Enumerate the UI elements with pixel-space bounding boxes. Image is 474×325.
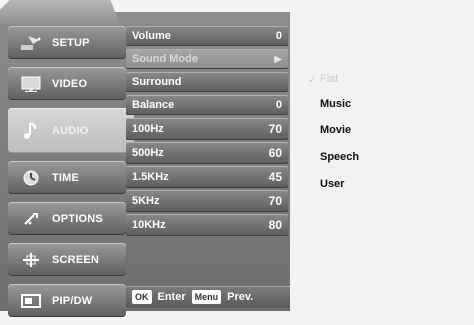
menu-row-label: Surround xyxy=(132,76,182,88)
equalizer-band-value: 45 xyxy=(268,170,282,184)
screen-adjust-icon xyxy=(18,250,44,270)
menu-row-volume[interactable]: Volume 0 xyxy=(126,26,288,46)
equalizer-row-5khz[interactable]: 5KHz 70 xyxy=(126,190,288,212)
equalizer-band-label: 100Hz xyxy=(132,123,164,135)
sound-mode-option-user[interactable]: User xyxy=(320,178,344,190)
nav-item-setup[interactable]: SETUP xyxy=(8,26,126,59)
equalizer-band-value: 70 xyxy=(268,194,282,208)
nav-item-audio[interactable]: AUDIO xyxy=(8,108,134,153)
clock-icon xyxy=(18,168,44,188)
menu-row-balance[interactable]: Balance 0 xyxy=(126,95,288,115)
sound-mode-option-speech[interactable]: Speech xyxy=(320,151,359,163)
music-note-icon xyxy=(18,121,44,141)
satellite-dish-icon xyxy=(18,33,44,53)
ok-key: OK xyxy=(132,290,152,304)
equalizer-band-label: 5KHz xyxy=(132,195,160,207)
menu-row-surround[interactable]: Surround xyxy=(126,72,288,92)
enter-label: Enter xyxy=(157,291,186,303)
nav-item-video[interactable]: VIDEO xyxy=(8,67,126,100)
chevron-right-icon: ▶ xyxy=(274,53,282,65)
equalizer-band-value: 80 xyxy=(268,218,282,232)
equalizer-row-10khz[interactable]: 10KHz 80 xyxy=(126,214,288,236)
menu-tab-cap xyxy=(0,0,120,24)
equalizer-band-label: 500Hz xyxy=(132,147,164,159)
tools-icon xyxy=(18,209,44,229)
menu-key: Menu xyxy=(191,290,222,304)
nav-label-screen: SCREEN xyxy=(52,253,100,266)
nav-item-time[interactable]: TIME xyxy=(8,161,126,194)
equalizer-row-500hz[interactable]: 500Hz 60 xyxy=(126,142,288,164)
pip-icon xyxy=(18,291,44,311)
nav-label-audio: AUDIO xyxy=(52,124,89,137)
nav-label-video: VIDEO xyxy=(52,77,88,90)
nav-label-pip-dw: PIP/DW xyxy=(52,294,93,307)
equalizer-band-value: 70 xyxy=(268,122,282,136)
prev-label: Prev. xyxy=(227,291,254,303)
nav-item-pip-dw[interactable]: PIP/DW xyxy=(8,284,126,317)
sound-mode-option-movie[interactable]: Movie xyxy=(320,124,351,136)
checkmark-icon: ✓ xyxy=(308,75,317,86)
nav-label-time: TIME xyxy=(52,171,80,184)
sound-mode-option-flat[interactable]: Flat xyxy=(320,73,338,85)
equalizer-row-1-5khz[interactable]: 1.5KHz 45 xyxy=(126,166,288,188)
equalizer-band-label: 10KHz xyxy=(132,219,166,231)
nav-item-options[interactable]: OPTIONS xyxy=(8,202,126,235)
equalizer-band-value: 60 xyxy=(268,146,282,160)
sound-mode-option-music[interactable]: Music xyxy=(320,98,351,110)
help-bar: OK Enter Menu Prev. xyxy=(126,286,292,308)
nav-label-setup: SETUP xyxy=(52,36,90,49)
equalizer-band-label: 1.5KHz xyxy=(132,171,169,183)
equalizer-row-100hz[interactable]: 100Hz 70 xyxy=(126,118,288,140)
nav-item-screen[interactable]: SCREEN xyxy=(8,243,126,276)
display-icon xyxy=(18,74,44,94)
tv-osd: SETUP VIDEO AUDIO TIME OPTIONS SCREEN PI… xyxy=(0,0,474,317)
menu-row-label: Sound Mode xyxy=(132,53,198,65)
audio-settings-list: Volume 0 Sound Mode ▶ Surround Balance 0… xyxy=(126,26,288,238)
menu-row-value: 0 xyxy=(275,30,282,42)
nav-label-options: OPTIONS xyxy=(52,212,103,225)
menu-row-label: Balance xyxy=(132,99,175,111)
menu-row-label: Volume xyxy=(132,30,171,42)
main-menu-nav: SETUP VIDEO AUDIO TIME OPTIONS SCREEN PI… xyxy=(8,26,134,325)
menu-row-sound-mode[interactable]: Sound Mode ▶ xyxy=(126,49,288,69)
sound-mode-options-panel: ✓ Flat Music Movie Speech User xyxy=(290,12,474,311)
menu-row-value: 0 xyxy=(275,99,282,111)
